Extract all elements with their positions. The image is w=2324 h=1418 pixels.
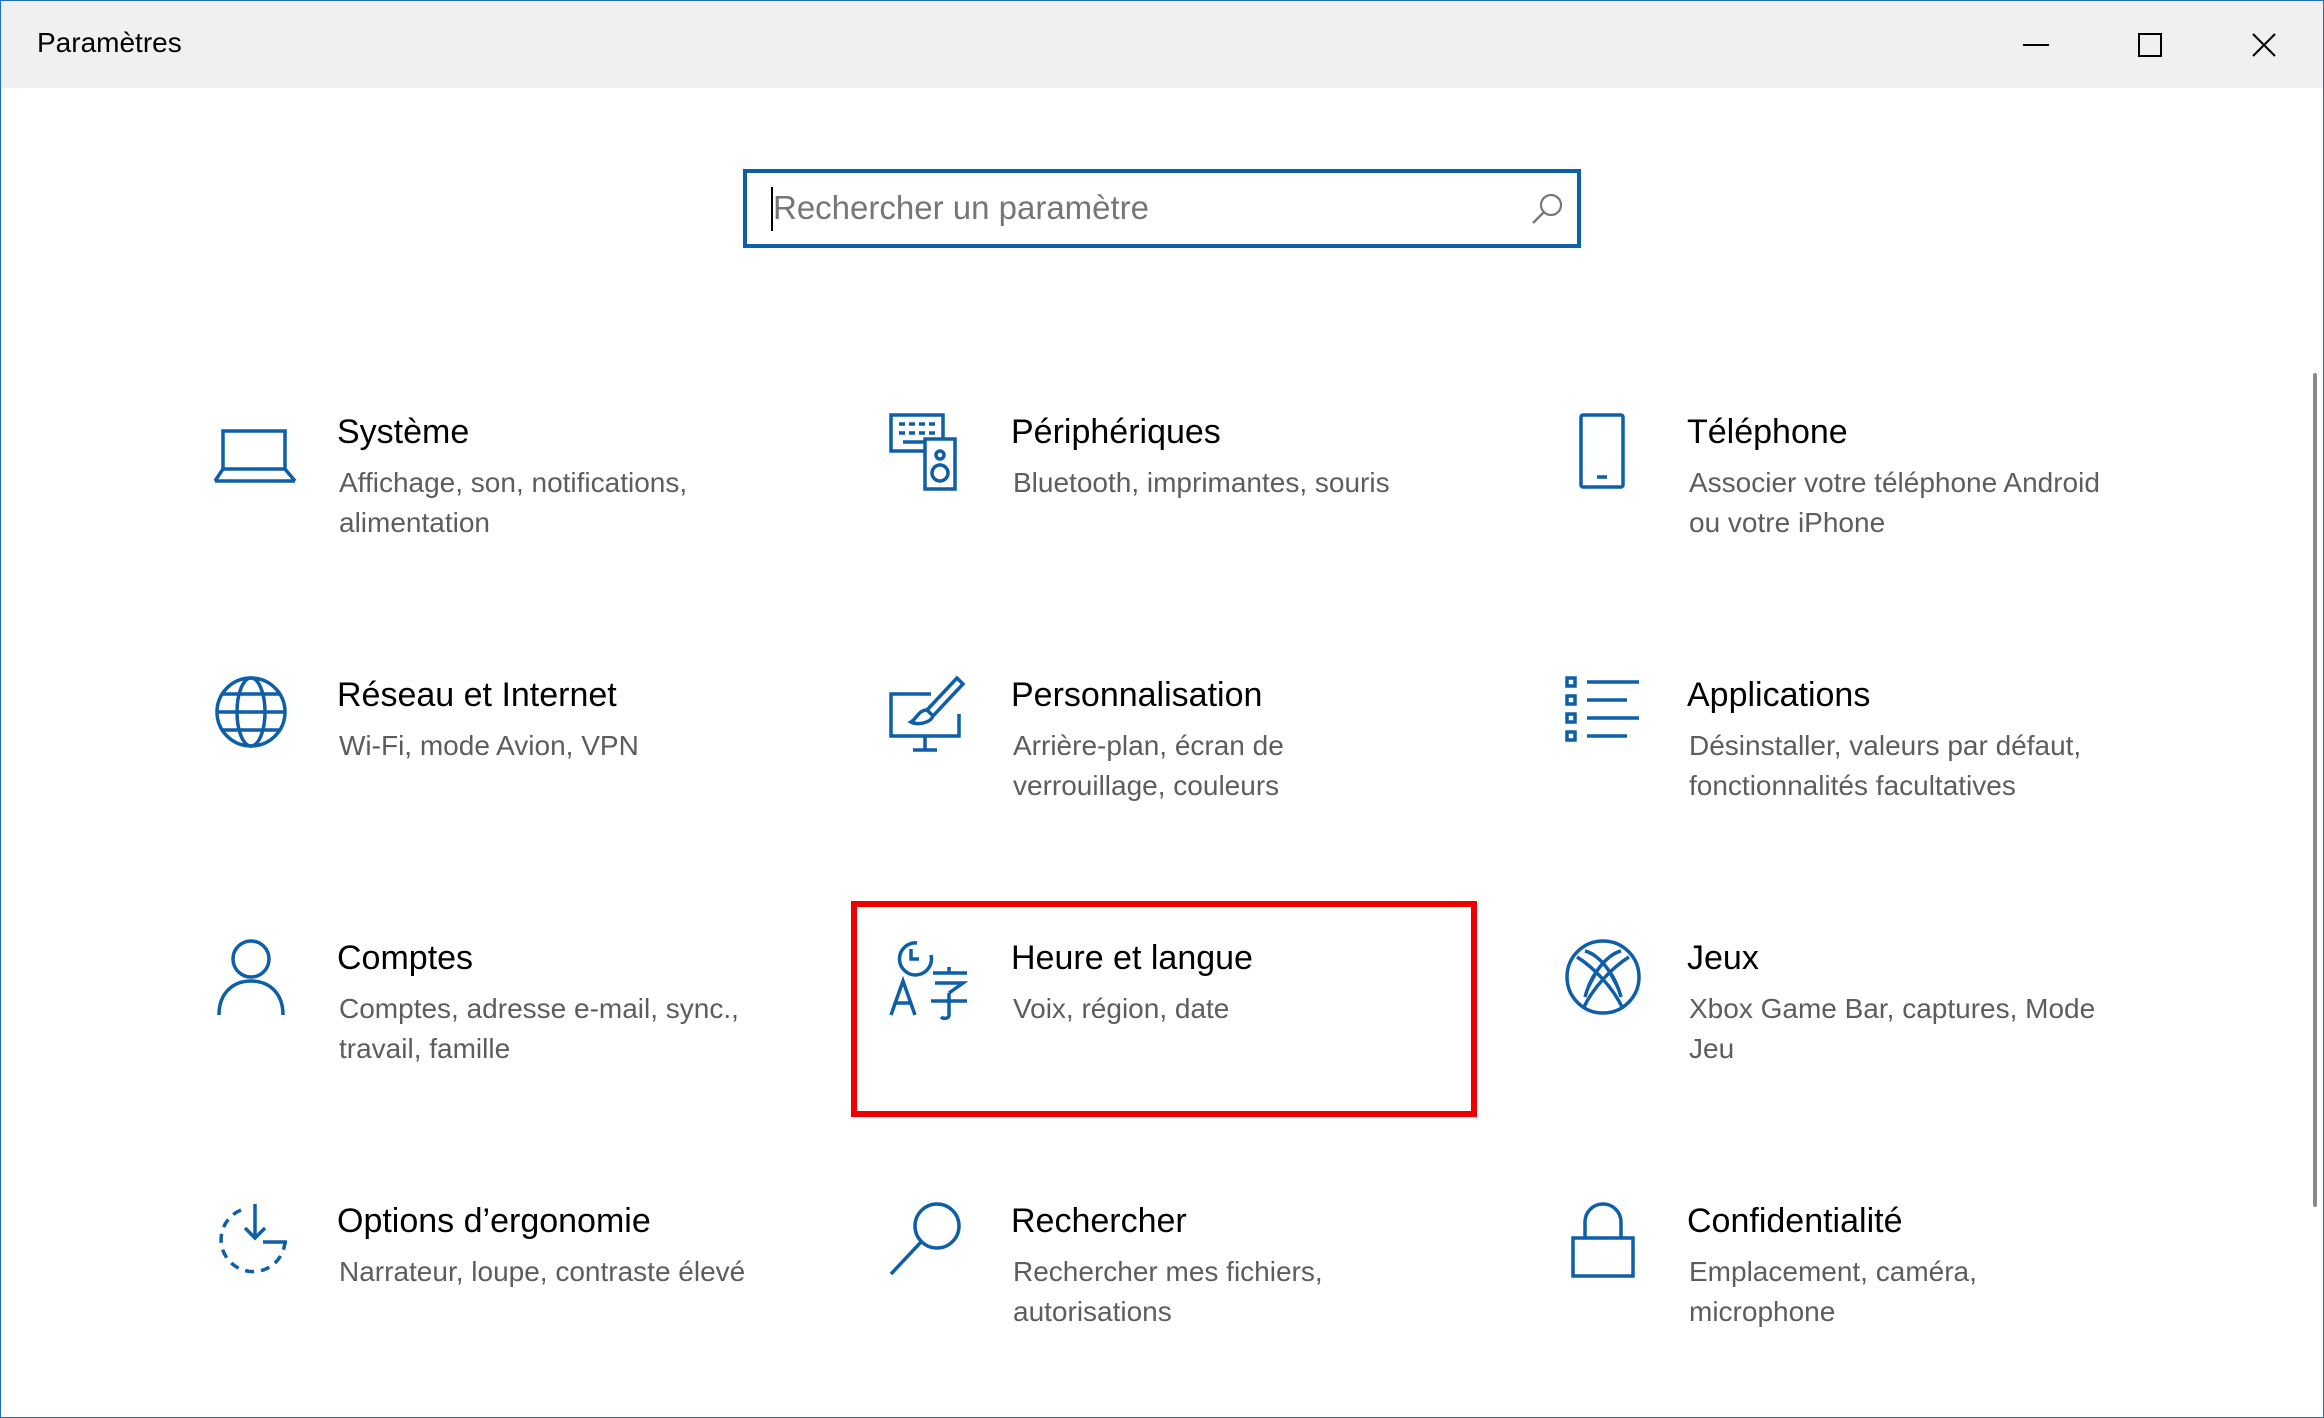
tile-systeme[interactable]: Système Affichage, son, notifications, a…: [213, 411, 833, 591]
window-title: Paramètres: [37, 27, 182, 58]
tile-description: Affichage, son, notifications, alimentat…: [339, 467, 688, 538]
tile-description: Bluetooth, imprimantes, souris: [1013, 467, 1390, 498]
maximize-button[interactable]: [2093, 1, 2207, 88]
xbox-icon: [1563, 937, 1647, 1021]
tile-title: Heure et langue: [1011, 939, 1253, 977]
tile-title: Rechercher: [1011, 1202, 1187, 1240]
tile-comptes[interactable]: Comptes Comptes, adresse e-mail, sync., …: [213, 937, 833, 1117]
search-box[interactable]: [743, 169, 1581, 248]
tile-jeux[interactable]: Jeux Xbox Game Bar, captures, Mode Jeu: [1563, 937, 2183, 1117]
tile-title: Téléphone: [1687, 413, 1848, 451]
minimize-icon: [2023, 43, 2049, 46]
tile-reseau[interactable]: Réseau et Internet Wi-Fi, mode Avion, VP…: [213, 674, 833, 854]
devices-icon: [887, 411, 971, 495]
tile-applications[interactable]: Applications Désinstaller, valeurs par d…: [1563, 674, 2183, 854]
paint-brush-icon: [887, 674, 971, 758]
person-icon: [213, 937, 297, 1021]
vertical-scrollbar[interactable]: [2313, 373, 2317, 1207]
tile-ergonomie[interactable]: Options d’ergonomie Narrateur, loupe, co…: [213, 1200, 833, 1380]
laptop-icon: [213, 411, 297, 495]
tile-title: Applications: [1687, 676, 1871, 714]
magnifier-icon: [887, 1200, 971, 1284]
lock-icon: [1563, 1200, 1647, 1284]
tile-description: Voix, région, date: [1013, 993, 1230, 1024]
minimize-button[interactable]: [1979, 1, 2093, 88]
close-icon: [2252, 32, 2276, 57]
tile-title: Périphériques: [1011, 413, 1221, 451]
close-button[interactable]: [2207, 1, 2321, 88]
tile-telephone[interactable]: Téléphone Associer votre téléphone Andro…: [1563, 411, 2183, 591]
tile-description: Narrateur, loupe, contraste élevé: [339, 1256, 746, 1287]
tile-description: Rechercher mes fichiers, autorisations: [1013, 1256, 1323, 1327]
globe-icon: [213, 674, 297, 758]
tile-description: Emplacement, caméra, microphone: [1689, 1256, 1977, 1327]
tile-description: Xbox Game Bar, captures, Mode Jeu: [1689, 993, 2096, 1064]
tile-title: Jeux: [1687, 939, 1759, 977]
tile-description: Wi-Fi, mode Avion, VPN: [339, 730, 639, 761]
tile-personnalisation[interactable]: Personnalisation Arrière-plan, écran de …: [887, 674, 1507, 854]
tile-title: Confidentialité: [1687, 1202, 1903, 1240]
tile-title: Réseau et Internet: [337, 676, 617, 714]
tile-title: Options d’ergonomie: [337, 1202, 651, 1240]
tile-description: Comptes, adresse e-mail, sync., travail,…: [339, 993, 739, 1064]
tile-rechercher[interactable]: Rechercher Rechercher mes fichiers, auto…: [887, 1200, 1507, 1380]
title-bar: Paramètres: [1, 1, 2323, 88]
tile-heure-langue[interactable]: Heure et langue Voix, région, date: [887, 937, 1507, 1117]
tile-description: Associer votre téléphone Android ou votr…: [1689, 467, 2100, 538]
tile-description: Désinstaller, valeurs par défaut, foncti…: [1689, 730, 2082, 801]
search-icon[interactable]: [1529, 191, 1565, 227]
tile-description: Arrière-plan, écran de verrouillage, cou…: [1013, 730, 1284, 801]
ease-of-access-icon: [213, 1200, 297, 1284]
settings-window: Paramètres Rechercher un paramètre Systè…: [0, 0, 2324, 1418]
maximize-icon: [2138, 32, 2162, 57]
tile-title: Personnalisation: [1011, 676, 1263, 714]
tile-peripheriques[interactable]: Périphériques Bluetooth, imprimantes, so…: [887, 411, 1507, 591]
phone-icon: [1563, 411, 1647, 495]
search-input[interactable]: [773, 183, 1513, 233]
time-language-icon: [887, 937, 971, 1021]
app-list-icon: [1563, 674, 1647, 758]
tile-title: Système: [337, 413, 470, 451]
tile-confidentialite[interactable]: Confidentialité Emplacement, caméra, mic…: [1563, 1200, 2183, 1380]
tile-title: Comptes: [337, 939, 474, 977]
